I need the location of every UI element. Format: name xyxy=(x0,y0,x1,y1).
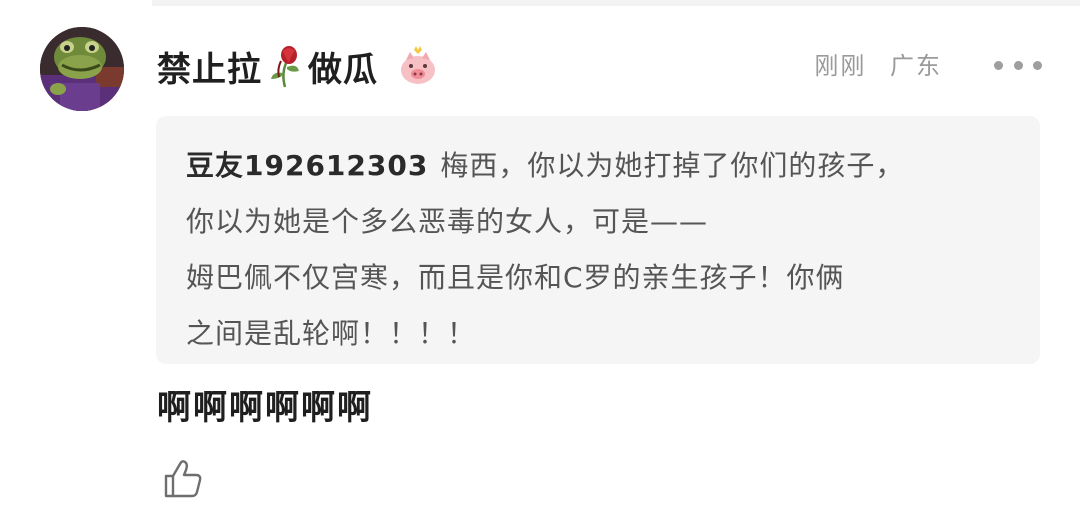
quote-text: 梅西，你以为她打掉了你们的孩子， xyxy=(440,149,905,182)
comment-card: 禁止拉 做瓜 刚刚 广东 豆友192612303 梅西，你以为她打掉了你们的孩子… xyxy=(0,0,1080,528)
username-part2: 做瓜 xyxy=(308,49,378,90)
dot xyxy=(1013,60,1023,70)
quoted-comment[interactable]: 豆友192612303 梅西，你以为她打掉了你们的孩子， 你以为她是个多么恶毒的女… xyxy=(156,116,1040,364)
quote-author[interactable]: 豆友192612303 xyxy=(186,149,428,182)
comment-meta: 刚刚 广东 xyxy=(814,46,942,81)
dot xyxy=(1033,60,1042,70)
username-part1: 禁止拉 xyxy=(157,49,262,90)
pig-badge-icon xyxy=(398,46,438,86)
wilted-rose-icon xyxy=(265,43,305,89)
avatar[interactable] xyxy=(40,27,124,111)
quote-line-2: 你以为她是个多么恶毒的女人，可是—— xyxy=(186,205,709,238)
quote-line-1: 豆友192612303 梅西，你以为她打掉了你们的孩子， xyxy=(186,138,1012,194)
username[interactable]: 禁止拉 做瓜 xyxy=(157,40,438,92)
timestamp: 刚刚 xyxy=(814,52,867,80)
frog-avatar-icon xyxy=(40,27,124,111)
thumbs-up-icon[interactable] xyxy=(160,456,206,502)
location: 广东 xyxy=(890,52,942,80)
quote-line-3: 姆巴佩不仅宫寒，而且是你和C罗的亲生孩子！你俩 xyxy=(186,261,845,294)
quote-line-4: 之间是乱轮啊！！！！ xyxy=(186,317,477,350)
dot xyxy=(994,60,1003,70)
more-dots-icon[interactable] xyxy=(994,58,1042,72)
reply-text: 啊啊啊啊啊啊 xyxy=(157,388,373,428)
divider xyxy=(152,0,1080,6)
